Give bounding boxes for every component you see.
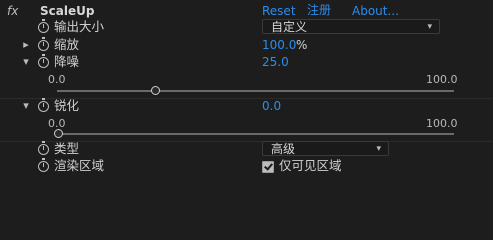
param-output-size: 输出大小 自定义 ▾ xyxy=(0,19,493,35)
type-dropdown[interactable]: 高级 ▾ xyxy=(262,141,389,156)
effect-name: ScaleUp xyxy=(40,4,95,18)
about-link[interactable]: About... xyxy=(352,3,399,19)
stopwatch-icon[interactable] xyxy=(38,19,49,33)
sharpen-value[interactable]: 0.0 xyxy=(262,98,281,114)
visible-area-checkbox[interactable] xyxy=(262,161,274,173)
fx-toggle-icon[interactable]: fx xyxy=(7,3,18,19)
denoise-slider-max: 100.0 xyxy=(426,73,458,86)
param-label: 输出大小 xyxy=(54,19,105,34)
param-render-region: 渲染区域 仅可见区域 xyxy=(0,158,493,174)
sharpen-slider-track[interactable] xyxy=(57,133,454,135)
checkbox-label[interactable]: 仅可见区域 xyxy=(279,158,342,174)
param-label: 缩放 xyxy=(54,37,80,52)
scale-unit: % xyxy=(296,38,308,52)
param-label: 降噪 xyxy=(54,54,80,69)
stopwatch-icon[interactable] xyxy=(38,54,49,68)
reset-link[interactable]: Reset xyxy=(262,3,296,19)
param-denoise: ▾ 降噪 25.0 xyxy=(0,54,493,70)
effect-header: fx ScaleUp Reset 注册 About... xyxy=(0,3,493,19)
collapse-twisty-icon[interactable]: ▾ xyxy=(21,54,31,70)
param-label: 渲染区域 xyxy=(54,158,105,173)
denoise-slider-thumb[interactable] xyxy=(151,86,161,95)
chevron-down-icon: ▾ xyxy=(427,22,432,32)
param-type: 类型 高级 ▾ xyxy=(0,141,493,157)
register-link[interactable]: 注册 xyxy=(307,2,331,18)
scale-value[interactable]: 100.0 xyxy=(262,37,296,53)
dropdown-value: 自定义 xyxy=(271,20,308,34)
expand-twisty-icon[interactable]: ▸ xyxy=(21,37,31,53)
stopwatch-icon[interactable] xyxy=(38,141,49,155)
stopwatch-icon[interactable] xyxy=(38,98,49,112)
effect-controls-panel: fx ScaleUp Reset 注册 About... 输出大小 自定义 ▾ … xyxy=(0,0,493,215)
sharpen-slider-thumb[interactable] xyxy=(54,129,63,138)
param-label: 类型 xyxy=(54,141,80,156)
dropdown-value: 高级 xyxy=(271,142,296,156)
param-scale: ▸ 缩放 100.0 % xyxy=(0,37,493,53)
sharpen-slider-max: 100.0 xyxy=(426,117,458,130)
stopwatch-icon[interactable] xyxy=(38,37,49,51)
param-label: 锐化 xyxy=(54,98,80,113)
denoise-slider-track[interactable] xyxy=(57,90,454,92)
output-size-dropdown[interactable]: 自定义 ▾ xyxy=(262,19,440,34)
denoise-slider-min: 0.0 xyxy=(48,73,66,86)
stopwatch-icon[interactable] xyxy=(38,158,49,172)
param-sharpen: ▾ 锐化 0.0 xyxy=(0,98,493,114)
denoise-value[interactable]: 25.0 xyxy=(262,54,289,70)
collapse-twisty-icon[interactable]: ▾ xyxy=(21,98,31,114)
chevron-down-icon: ▾ xyxy=(376,144,381,154)
